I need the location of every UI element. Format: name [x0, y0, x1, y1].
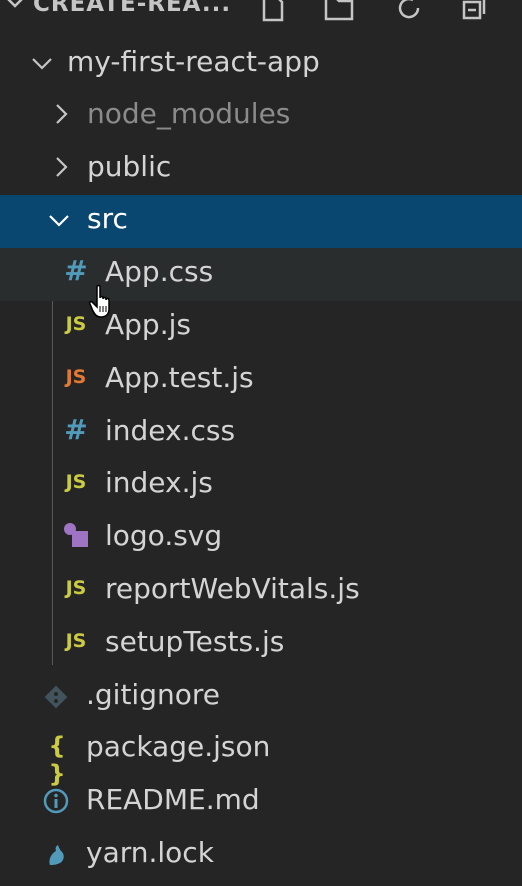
chevron-right-icon[interactable]: [49, 102, 73, 126]
tree-item-gitignore[interactable]: .gitignore: [0, 671, 522, 724]
chevron-down-icon[interactable]: [4, 0, 26, 14]
tree-item-yarn-lock[interactable]: yarn.lock: [0, 829, 522, 882]
git-file-icon: [44, 685, 68, 708]
tree-item-label: my-first-react-app: [67, 45, 320, 78]
new-folder-icon[interactable]: [322, 0, 356, 24]
tree-item-app-css[interactable]: # App.css: [0, 248, 522, 301]
tree-item-src[interactable]: src: [0, 195, 522, 249]
js-file-icon: JS: [65, 313, 87, 335]
hand-cursor-icon: [89, 284, 110, 318]
new-file-icon[interactable]: [256, 0, 290, 24]
tree-item-my-first-react-app[interactable]: my-first-react-app: [0, 37, 522, 90]
tree-item-label: setupTests.js: [105, 624, 285, 658]
css-file-icon: #: [64, 412, 88, 446]
tree-item-label: public: [87, 149, 172, 183]
yarn-icon: [49, 845, 64, 865]
tree-item-label: package.json: [86, 730, 271, 764]
tree-item-label: index.css: [105, 413, 236, 447]
tree-item-app-js[interactable]: JS App.js: [0, 301, 522, 354]
json-file-icon: { }: [48, 732, 66, 789]
tree-item-report-web-vitals-js[interactable]: JS reportWebVitals.js: [0, 565, 522, 618]
tree-item-label: .gitignore: [86, 677, 220, 711]
test-js-file-icon: JS: [65, 365, 87, 388]
chevron-right-icon[interactable]: [49, 155, 73, 179]
tree-item-label: reportWebVitals.js: [105, 572, 360, 605]
js-file-icon: JS: [65, 471, 87, 494]
tree-item-label: README.md: [86, 783, 260, 817]
tree-item-label: App.test.js: [105, 360, 254, 394]
tree-item-package-json[interactable]: { } package.json: [0, 723, 522, 789]
chevron-down-icon[interactable]: [47, 208, 71, 232]
tree-item-label: node_modules: [87, 96, 291, 130]
chevron-down-icon[interactable]: [30, 51, 54, 75]
css-file-icon: #: [64, 254, 88, 288]
info-icon: [43, 788, 69, 814]
tree-item-label: yarn.lock: [86, 836, 214, 869]
tree-item-readme-md[interactable]: README.md: [0, 776, 522, 829]
tree-item-label: index.js: [105, 466, 213, 500]
collapse-all-icon[interactable]: [456, 0, 490, 24]
refresh-icon[interactable]: [392, 0, 426, 24]
tree-item-label: logo.svg: [105, 519, 223, 553]
tree-item-logo-svg[interactable]: logo.svg: [0, 512, 522, 565]
js-file-icon: JS: [65, 577, 87, 599]
tree-item-label: App.css: [105, 255, 214, 289]
tree-item-label: src: [87, 202, 128, 236]
tree-item-public[interactable]: public: [0, 143, 522, 196]
explorer-header: CREATE-REA...: [0, 0, 522, 28]
js-file-icon: JS: [65, 629, 87, 652]
tree-item-node-modules[interactable]: node_modules: [0, 90, 522, 143]
svg-file-icon: [64, 523, 88, 548]
explorer-section-title[interactable]: CREATE-REA...: [33, 0, 231, 17]
tree-item-index-css[interactable]: # index.css: [0, 407, 522, 460]
tree-item-app-test-js[interactable]: JS App.test.js: [0, 354, 522, 407]
tree-item-index-js[interactable]: JS index.js: [0, 459, 522, 512]
tree-item-setup-tests-js[interactable]: JS setupTests.js: [0, 618, 522, 671]
